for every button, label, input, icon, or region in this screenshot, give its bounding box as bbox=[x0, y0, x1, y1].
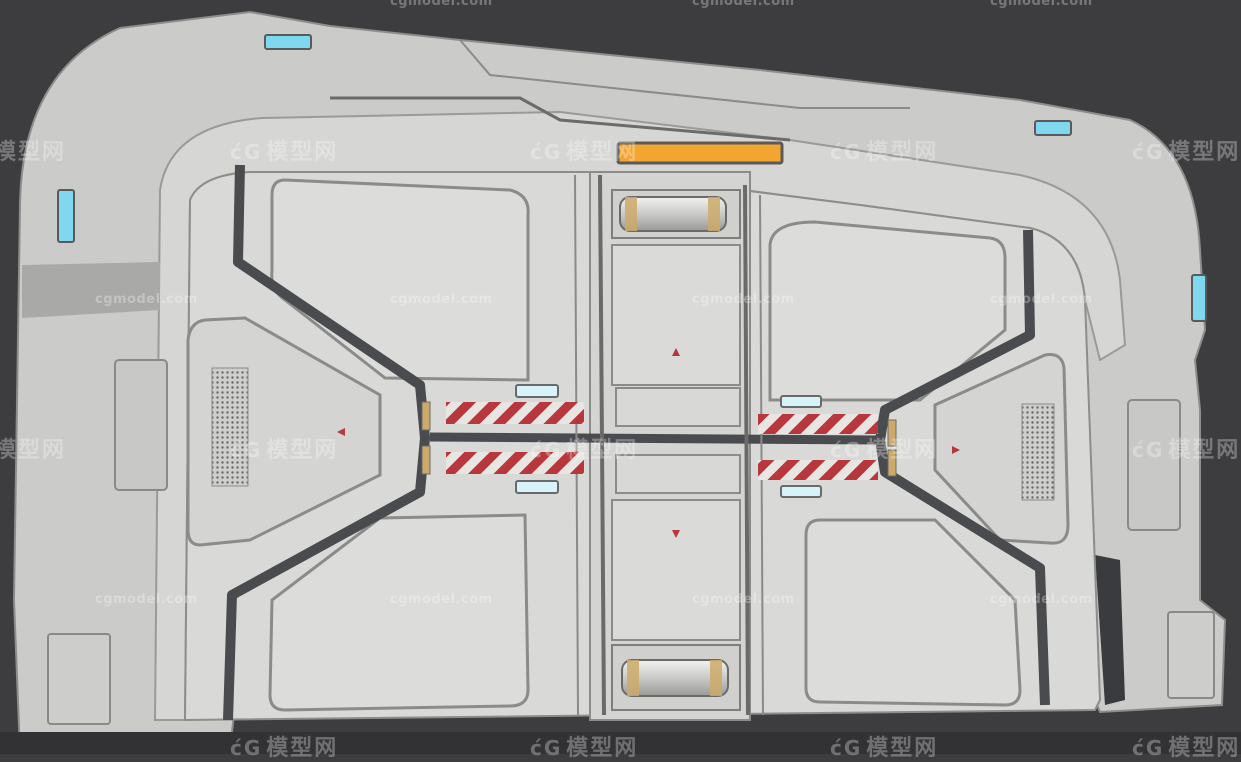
frame-light-left bbox=[57, 189, 75, 243]
door-light-right-top bbox=[780, 395, 822, 408]
latch-left-top bbox=[421, 401, 431, 431]
left-grille bbox=[211, 367, 249, 487]
capsule-top bbox=[619, 196, 727, 232]
frame-right-plate bbox=[1167, 611, 1215, 699]
door-leaves bbox=[183, 164, 1102, 722]
frame-light-top-left bbox=[264, 34, 312, 50]
center-lower-main bbox=[611, 499, 741, 641]
center-lower-plate bbox=[615, 454, 741, 494]
frame-left-slot bbox=[114, 359, 168, 491]
frame-light-right bbox=[1191, 274, 1207, 322]
door-light-right-bottom bbox=[780, 485, 822, 498]
capsule-bottom bbox=[621, 659, 729, 697]
hazard-stripe-right-bottom bbox=[758, 460, 878, 480]
latch-right-top bbox=[887, 419, 897, 447]
sci-fi-door-scene bbox=[0, 10, 1241, 754]
floor-shadow bbox=[0, 732, 1241, 754]
frame-left-plate bbox=[47, 633, 111, 725]
right-grille bbox=[1021, 403, 1055, 501]
hazard-stripe-right-top bbox=[758, 414, 878, 434]
latch-right-bottom bbox=[887, 449, 897, 477]
door-light-left-top bbox=[515, 384, 559, 398]
center-split bbox=[429, 432, 881, 445]
frame-right-slot bbox=[1127, 399, 1181, 531]
hazard-stripe-left-top bbox=[446, 402, 584, 424]
frame-light-orange bbox=[616, 141, 784, 165]
center-mid-plate bbox=[615, 387, 741, 427]
hazard-stripe-left-bottom bbox=[446, 452, 584, 474]
frame-dark-stripe bbox=[22, 262, 160, 318]
latch-left-bottom bbox=[421, 445, 431, 475]
frame-light-top-right bbox=[1034, 120, 1072, 136]
door-light-left-bottom bbox=[515, 480, 559, 494]
center-upper-plate bbox=[611, 244, 741, 386]
